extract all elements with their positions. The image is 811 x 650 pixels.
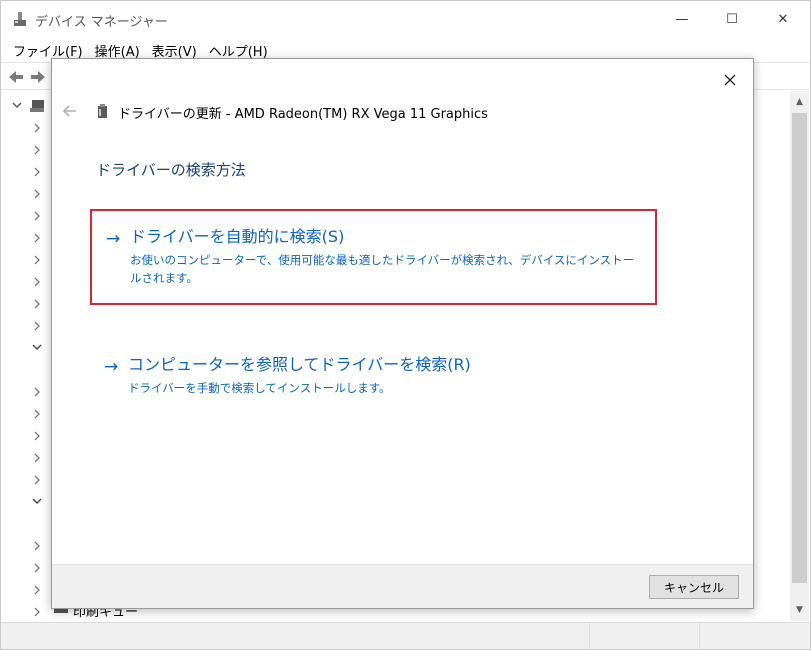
tree-expand-item[interactable] bbox=[27, 184, 47, 204]
chevron-right-icon bbox=[34, 585, 40, 595]
chevron-right-icon bbox=[34, 167, 40, 177]
update-driver-dialog: ドライバーの更新 - AMD Radeon(TM) RX Vega 11 Gra… bbox=[51, 58, 754, 609]
maximize-button[interactable]: ☐ bbox=[707, 1, 757, 38]
display-adapter-icon bbox=[98, 104, 107, 118]
tree-expand-item[interactable] bbox=[27, 426, 47, 446]
tree-expand-item[interactable] bbox=[27, 448, 47, 468]
chevron-right-icon bbox=[34, 123, 40, 133]
menu-file[interactable]: ファイル(F) bbox=[7, 41, 89, 60]
tree-expand-item[interactable] bbox=[27, 250, 47, 270]
tree-expand-item[interactable] bbox=[27, 272, 47, 292]
scroll-up-icon[interactable]: ▲ bbox=[790, 93, 809, 111]
tree-expand-item[interactable] bbox=[27, 228, 47, 248]
menu-view[interactable]: 表示(V) bbox=[146, 41, 203, 60]
chevron-right-icon bbox=[34, 563, 40, 573]
computer-icon bbox=[30, 100, 44, 112]
scroll-down-icon[interactable]: ▼ bbox=[790, 601, 809, 619]
chevron-right-icon bbox=[34, 409, 40, 419]
chevron-down-icon bbox=[32, 498, 42, 504]
search-automatically-option[interactable]: → ドライバーを自動的に検索(S) お使いのコンピューターで、使用可能な最も適し… bbox=[90, 209, 657, 305]
title-bar: デバイス マネージャー — ☐ ✕ bbox=[1, 1, 810, 38]
status-separator bbox=[589, 623, 590, 650]
chevron-right-icon bbox=[34, 453, 40, 463]
cancel-button[interactable]: キャンセル bbox=[649, 575, 739, 599]
menu-help[interactable]: ヘルプ(H) bbox=[203, 41, 274, 60]
dialog-back-arrow-icon[interactable] bbox=[60, 101, 80, 121]
close-icon bbox=[724, 74, 736, 86]
chevron-right-icon bbox=[34, 607, 40, 617]
chevron-right-icon bbox=[34, 189, 40, 199]
tree-expand-item[interactable] bbox=[27, 206, 47, 226]
minimize-button[interactable]: — bbox=[657, 1, 707, 38]
option-title: ドライバーを自動的に検索(S) bbox=[130, 227, 345, 246]
tree-expand-item[interactable] bbox=[27, 558, 47, 578]
chevron-right-icon bbox=[34, 321, 40, 331]
chevron-right-icon bbox=[34, 475, 40, 485]
chevron-down-icon bbox=[32, 344, 42, 350]
tree-expand-item[interactable] bbox=[27, 140, 47, 160]
option-title: コンピューターを参照してドライバーを検索(R) bbox=[128, 355, 471, 374]
chevron-down-icon bbox=[12, 102, 22, 108]
chevron-right-icon bbox=[34, 431, 40, 441]
dialog-header-title: ドライバーの更新 - AMD Radeon(TM) RX Vega 11 Gra… bbox=[118, 107, 488, 122]
tree-expand-item[interactable] bbox=[27, 316, 47, 336]
dialog-heading: ドライバーの検索方法 bbox=[96, 161, 246, 179]
close-window-button[interactable]: ✕ bbox=[758, 1, 808, 38]
tree-expand-item[interactable] bbox=[27, 536, 47, 556]
dialog-footer: キャンセル bbox=[52, 564, 753, 608]
chevron-right-icon bbox=[34, 299, 40, 309]
tree-expand-item[interactable] bbox=[27, 404, 47, 424]
tree-expand-item[interactable] bbox=[27, 470, 47, 490]
tree-expand-item[interactable] bbox=[27, 118, 47, 138]
device-manager-window: デバイス マネージャー — ☐ ✕ ファイル(F) 操作(A) 表示(V) ヘル… bbox=[0, 0, 811, 650]
window-title: デバイス マネージャー bbox=[35, 15, 168, 30]
chevron-right-icon bbox=[34, 541, 40, 551]
chevron-right-icon bbox=[34, 145, 40, 155]
forward-arrow-icon[interactable] bbox=[29, 68, 47, 86]
tree-collapse-item[interactable] bbox=[27, 337, 47, 357]
chevron-right-icon bbox=[34, 387, 40, 397]
tree-expand-item[interactable] bbox=[27, 602, 47, 622]
tree-expand-item[interactable] bbox=[27, 580, 47, 600]
tree-expand-item[interactable] bbox=[27, 294, 47, 314]
menu-action[interactable]: 操作(A) bbox=[89, 41, 146, 60]
tree-expand-root[interactable] bbox=[7, 95, 27, 115]
vertical-scrollbar[interactable]: ▲ ▼ bbox=[790, 91, 809, 621]
scroll-thumb[interactable] bbox=[792, 113, 807, 583]
tree-collapse-item[interactable] bbox=[27, 491, 47, 511]
chevron-right-icon bbox=[34, 277, 40, 287]
dialog-close-button[interactable] bbox=[715, 65, 745, 95]
chevron-right-icon bbox=[34, 211, 40, 221]
status-bar bbox=[1, 622, 810, 650]
browse-computer-option[interactable]: → コンピューターを参照してドライバーを検索(R) ドライバーを手動で検索してイ… bbox=[90, 339, 657, 413]
arrow-right-icon: → bbox=[104, 357, 119, 377]
device-manager-icon bbox=[14, 12, 26, 26]
chevron-right-icon bbox=[34, 255, 40, 265]
arrow-right-icon: → bbox=[106, 229, 121, 249]
tree-expand-item[interactable] bbox=[27, 382, 47, 402]
option-description: お使いのコンピューターで、使用可能な最も適したドライバーが検索され、デバイスにイ… bbox=[130, 253, 635, 285]
back-arrow-icon[interactable] bbox=[7, 68, 25, 86]
tree-expand-item[interactable] bbox=[27, 162, 47, 182]
status-separator bbox=[699, 623, 700, 650]
chevron-right-icon bbox=[34, 233, 40, 243]
option-description: ドライバーを手動で検索してインストールします。 bbox=[128, 381, 391, 395]
